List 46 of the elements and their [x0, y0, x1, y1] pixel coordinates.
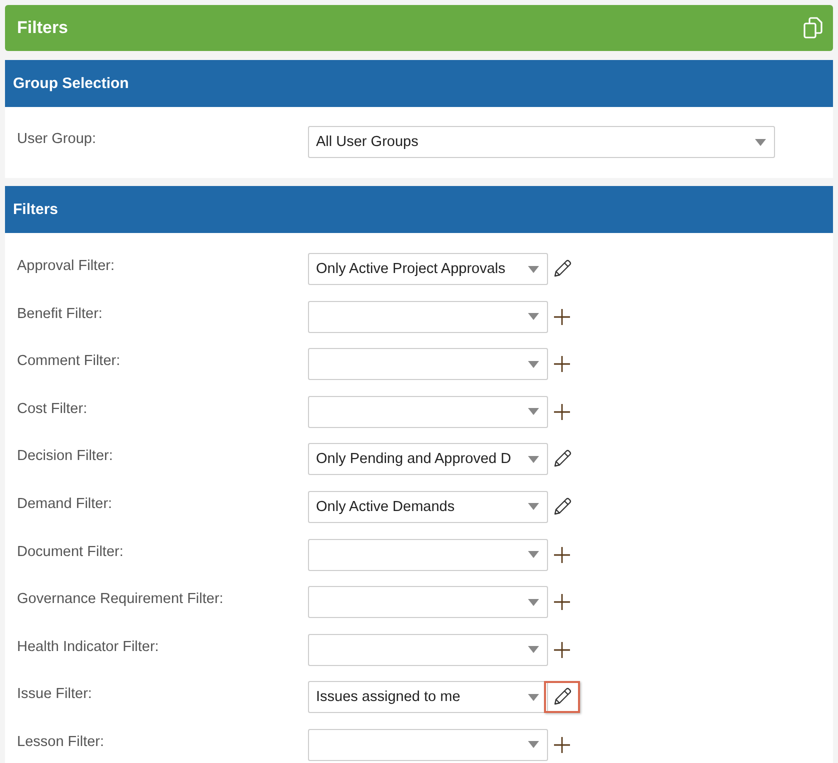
copy-icon	[803, 17, 823, 39]
dropdown-arrow-icon	[528, 646, 539, 654]
dropdown[interactable]: Only Active Demands	[308, 490, 548, 523]
copy-button[interactable]	[803, 17, 823, 39]
section-header: Group Selection	[5, 60, 833, 107]
field-label: Health Indicator Filter:	[17, 638, 160, 655]
section-header: Filters	[5, 186, 833, 233]
field-label: Cost Filter:	[17, 400, 88, 417]
dropdown-arrow-icon	[528, 741, 539, 748]
pencil-icon	[552, 259, 572, 279]
dropdown-arrow-icon	[528, 360, 539, 368]
field-label: Issue Filter:	[17, 685, 93, 702]
pencil-icon	[552, 449, 572, 470]
plus-icon	[553, 640, 571, 659]
field-label: Lesson Filter:	[17, 732, 106, 750]
dropdown-arrow-icon	[528, 313, 539, 320]
pencil-icon	[552, 496, 572, 517]
dropdown[interactable]: Issues assigned to me	[308, 681, 548, 714]
dropdown-arrow-icon	[528, 551, 539, 558]
dropdown-arrow-icon	[528, 408, 539, 416]
dropdown-arrow-icon	[528, 456, 539, 463]
dropdown-arrow-icon	[528, 598, 539, 606]
field-label: Governance Requirement Filter:	[17, 590, 224, 608]
pencil-icon	[552, 687, 572, 708]
dropdown-arrow-icon	[755, 138, 766, 146]
dropdown-arrow-icon	[528, 503, 539, 510]
panel-title: Filters	[17, 18, 68, 38]
field-label: Comment Filter:	[17, 352, 122, 370]
field-label: Approval Filter:	[17, 257, 116, 274]
plus-icon	[553, 593, 571, 612]
plus-icon	[553, 736, 571, 754]
field-label: User Group:	[17, 130, 97, 147]
field-label: Demand Filter:	[17, 494, 114, 512]
plus-icon	[553, 546, 571, 564]
plus-icon	[553, 355, 571, 374]
field-label: Document Filter:	[17, 542, 124, 560]
edit-button[interactable]	[544, 681, 580, 714]
dropdown[interactable]: Only Active Project Approvals	[308, 253, 548, 285]
field-label: Benefit Filter:	[17, 304, 104, 322]
plus-icon	[553, 308, 571, 326]
field-label: Decision Filter:	[17, 447, 114, 464]
plus-icon	[553, 402, 571, 421]
dropdown-arrow-icon	[528, 694, 539, 701]
dropdown-arrow-icon	[528, 266, 539, 272]
dropdown[interactable]: Only Pending and Approved D	[308, 443, 548, 476]
dropdown[interactable]: All User Groups	[308, 126, 775, 158]
